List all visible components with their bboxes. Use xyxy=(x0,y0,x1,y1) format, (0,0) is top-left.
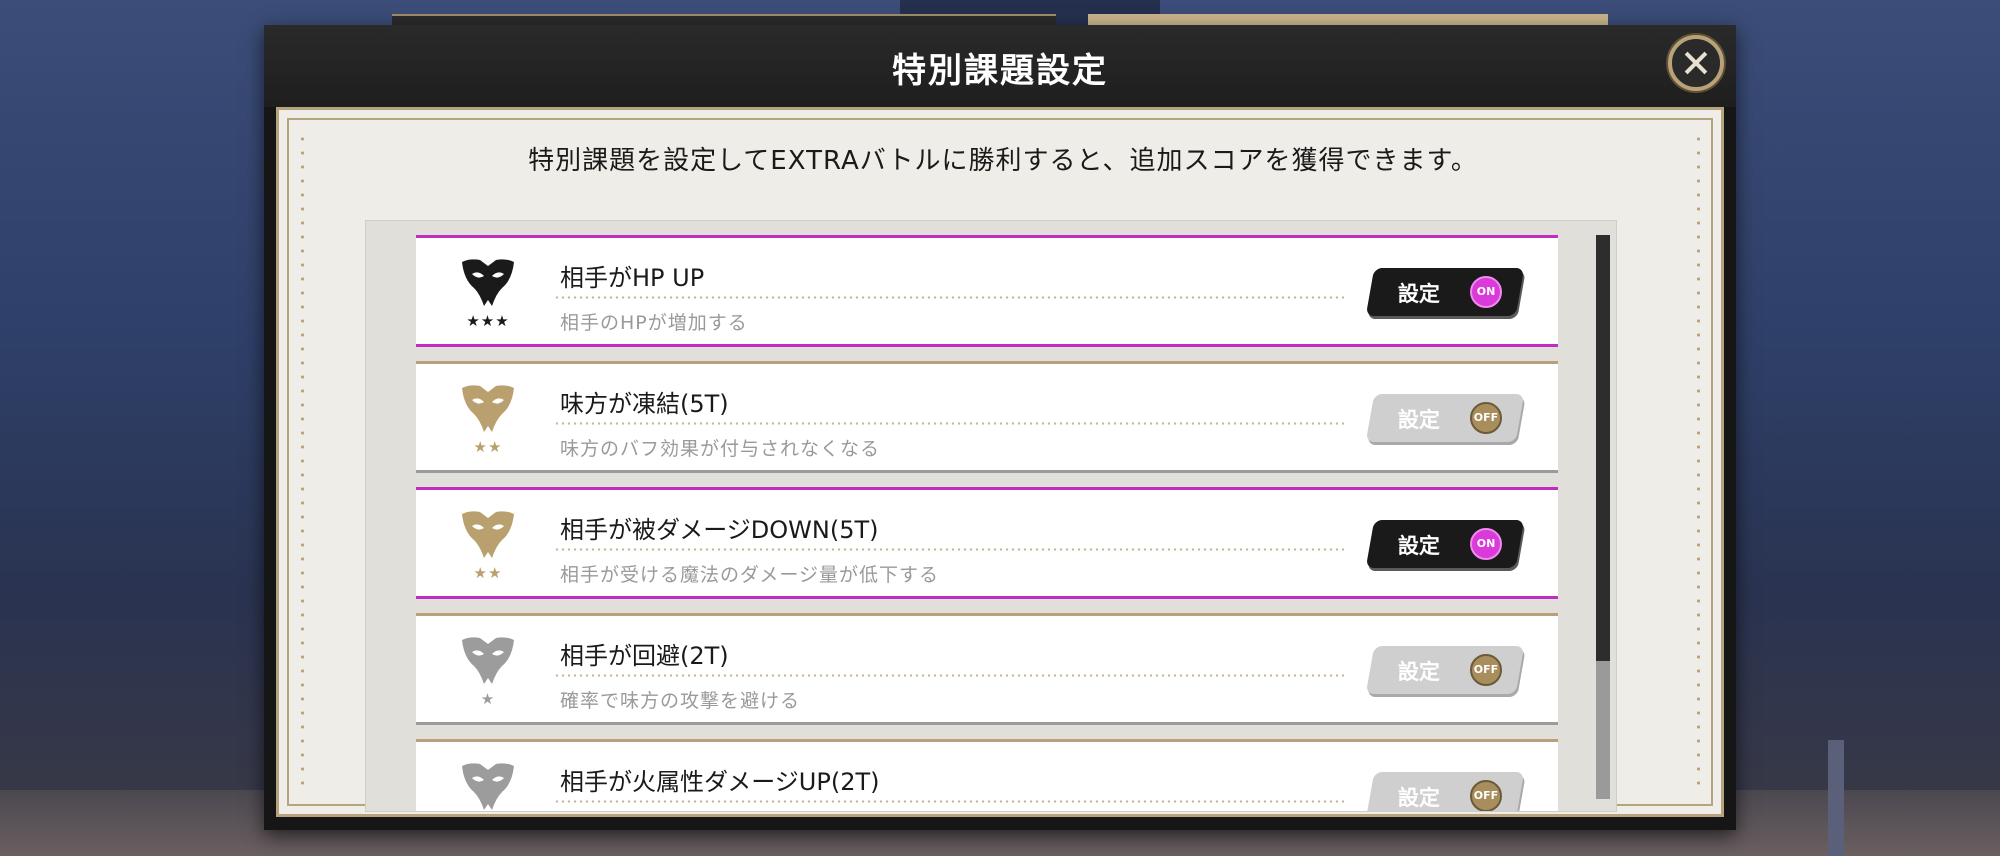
toggle-off-indicator: OFF xyxy=(1470,402,1502,434)
dotted-border-right xyxy=(1697,132,1700,792)
task-title: 相手が火属性ダメージUP(2T) xyxy=(560,768,880,796)
task-title: 味方が凍結(5T) xyxy=(560,390,729,418)
set-toggle-button[interactable]: 設定 ON xyxy=(1365,520,1525,568)
toggle-label: 設定 xyxy=(1397,282,1440,306)
intro-text: 特別課題を設定してEXTRAバトルに勝利すると、追加スコアを獲得できます。 xyxy=(528,146,1478,176)
toggle-label: 設定 xyxy=(1397,408,1440,432)
task-description: 相手が受ける魔法のダメージ量が低下する xyxy=(560,564,940,586)
scrollbar-thumb[interactable] xyxy=(1596,235,1610,661)
dotted-divider xyxy=(554,422,1344,425)
set-toggle-button[interactable]: 設定 OFF xyxy=(1365,772,1525,811)
task-item: ★ 相手が回避(2T) 確率で味方の攻撃を避ける 設定 OFF xyxy=(416,613,1558,725)
task-title: 相手が被ダメージDOWN(5T) xyxy=(560,516,879,544)
task-description: 味方のバフ効果が付与されなくなる xyxy=(560,438,881,460)
task-item: ★★ 相手が被ダメージDOWN(5T) 相手が受ける魔法のダメージ量が低下する 設定 O… xyxy=(416,487,1558,599)
mask-icon xyxy=(462,511,514,558)
toggle-label: 設定 xyxy=(1397,660,1440,684)
toggle-label: 設定 xyxy=(1397,786,1440,810)
dotted-divider xyxy=(554,800,1344,803)
special-task-dialog: 特別課題設定 特別課題を設定してEXTRAバトルに勝利すると、追加スコアを獲得で… xyxy=(264,25,1736,830)
dotted-divider xyxy=(554,296,1344,299)
mask-icon xyxy=(462,763,514,810)
dialog-header: 特別課題設定 xyxy=(264,25,1736,107)
dotted-divider xyxy=(554,674,1344,677)
difficulty-stars: ★★★ xyxy=(466,312,510,330)
difficulty-stars: ★★ xyxy=(473,438,503,456)
set-toggle-button[interactable]: 設定 OFF xyxy=(1365,646,1525,694)
mask-icon xyxy=(462,259,514,306)
task-item: ★★★ 相手がHP UP 相手のHPが増加する 設定 ON xyxy=(416,235,1558,347)
mask-icon xyxy=(462,637,514,684)
dialog-panel: 特別課題を設定してEXTRAバトルに勝利すると、追加スコアを獲得できます。 ★★… xyxy=(276,107,1724,817)
task-item: 相手が火属性ダメージUP(2T) 設定 OFF xyxy=(416,739,1558,811)
background-tower xyxy=(1828,740,1844,856)
toggle-on-indicator: ON xyxy=(1470,528,1502,560)
task-description: 確率で味方の攻撃を避ける xyxy=(560,690,801,712)
dialog-title: 特別課題設定 xyxy=(892,51,1108,91)
scrollbar[interactable] xyxy=(1596,235,1610,799)
difficulty-stars: ★★ xyxy=(473,564,503,582)
set-toggle-button[interactable]: 設定 OFF xyxy=(1365,394,1525,442)
toggle-off-indicator: OFF xyxy=(1470,780,1502,811)
task-title: 相手がHP UP xyxy=(560,264,705,292)
toggle-label: 設定 xyxy=(1397,534,1440,558)
task-title: 相手が回避(2T) xyxy=(560,642,729,670)
set-toggle-button[interactable]: 設定 ON xyxy=(1365,268,1525,316)
toggle-off-indicator: OFF xyxy=(1470,654,1502,686)
task-item: ★★ 味方が凍結(5T) 味方のバフ効果が付与されなくなる 設定 OFF xyxy=(416,361,1558,473)
close-button[interactable] xyxy=(1668,35,1724,91)
mask-icon xyxy=(462,385,514,432)
dotted-border-left xyxy=(301,132,304,792)
difficulty-stars: ★ xyxy=(480,690,496,708)
toggle-on-indicator: ON xyxy=(1470,276,1502,308)
task-list[interactable]: ★★★ 相手がHP UP 相手のHPが増加する 設定 ON ★★ 味方が凍結(5T) 味方のバ… xyxy=(365,220,1617,812)
dotted-divider xyxy=(554,548,1344,551)
task-description: 相手のHPが増加する xyxy=(560,312,748,334)
